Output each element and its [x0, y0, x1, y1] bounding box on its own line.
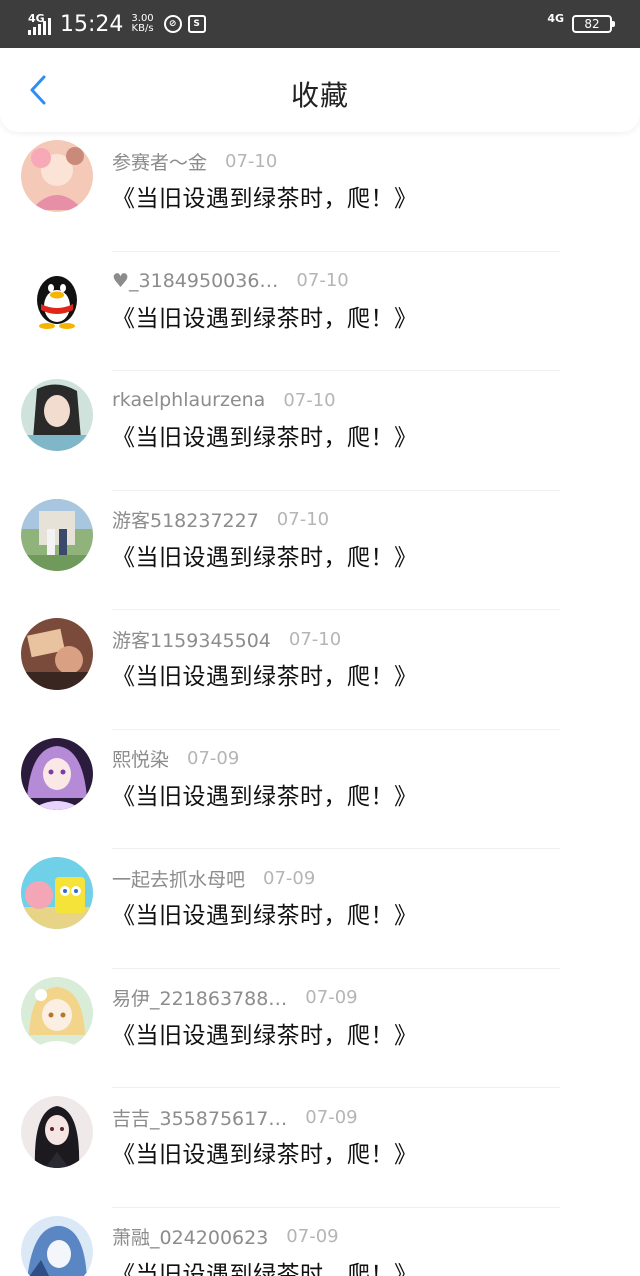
username[interactable]: 吉吉_355875617… — [112, 1104, 287, 1131]
date: 07-10 — [283, 389, 336, 411]
avatar[interactable] — [21, 737, 93, 810]
list-item[interactable]: 游客1159345504 07-10 《当旧设遇到绿茶时，爬！》 — [0, 610, 640, 730]
list-item[interactable]: 一起去抓水母吧 07-09 《当旧设遇到绿茶时，爬！》 — [0, 849, 640, 969]
avatar[interactable] — [21, 976, 93, 1049]
date: 07-09 — [286, 1226, 339, 1247]
item-title[interactable]: 《当旧设遇到绿茶时，爬！》 — [112, 1135, 418, 1169]
username[interactable]: 一起去抓水母吧 — [112, 865, 245, 892]
item-title[interactable]: 《当旧设遇到绿茶时，爬！》 — [112, 179, 418, 213]
status-bar-right: 4G 82 — [547, 0, 615, 48]
avatar[interactable] — [21, 379, 93, 451]
date: 07-09 — [263, 867, 316, 889]
item-title[interactable]: 《当旧设遇到绿茶时，爬！》 — [112, 1016, 418, 1050]
date: 07-10 — [225, 150, 278, 172]
item-title[interactable]: 《当旧设遇到绿茶时，爬！》 — [112, 538, 418, 572]
battery-icon: 82 — [572, 15, 615, 33]
hd-icon: ⊘ — [163, 15, 182, 33]
item-meta: 易伊_221863788… 07-09 — [112, 986, 358, 1010]
anime-dark-hair-avatar — [21, 1096, 93, 1168]
date: 07-10 — [288, 628, 342, 650]
date: 07-10 — [276, 509, 330, 530]
avatar[interactable] — [21, 140, 93, 212]
list-item[interactable]: 游客518237227 07-10 《当旧设遇到绿茶时，爬！》 — [0, 491, 640, 610]
item-meta: ♥_3184950036… 07-10 — [112, 269, 349, 293]
spongebob-avatar — [21, 857, 93, 929]
item-meta: 参赛者～金 07-10 — [112, 148, 278, 175]
page-title: 收藏 — [290, 79, 349, 112]
list-item[interactable]: 易伊_221863788… 07-09 《当旧设遇到绿茶时，爬！》 — [0, 969, 640, 1088]
navigation-header: 收藏 — [0, 48, 640, 132]
speed-unit: KB/s — [131, 23, 154, 34]
signal-icon: 4G — [28, 12, 54, 36]
date: 07-09 — [187, 748, 240, 769]
photo-girl-avatar — [21, 379, 93, 451]
battery-level: 82 — [584, 17, 600, 31]
list-item[interactable]: rkaelphlaurzena 07-10 《当旧设遇到绿茶时，爬！》 — [0, 371, 640, 491]
birthday-photo-avatar — [21, 618, 93, 690]
notification-icon: S — [187, 15, 206, 33]
date: 07-09 — [305, 987, 358, 1008]
avatar[interactable] — [21, 618, 93, 690]
item-title[interactable]: 《当旧设遇到绿茶时，爬！》 — [112, 657, 418, 691]
network-type-right: 4G — [547, 11, 564, 25]
username[interactable]: rkaelphlaurzena — [112, 389, 265, 411]
list-item[interactable]: ♥_3184950036… 07-10 《当旧设遇到绿茶时，爬！》 — [0, 252, 640, 371]
list-item[interactable]: 参赛者～金 07-10 《当旧设遇到绿茶时，爬！》 — [0, 132, 640, 252]
avatar[interactable] — [21, 498, 93, 571]
avatar[interactable] — [21, 259, 93, 332]
list-item[interactable]: 吉吉_355875617… 07-09 《当旧设遇到绿茶时，爬！》 — [0, 1088, 640, 1208]
avatar[interactable] — [21, 1215, 93, 1276]
item-title[interactable]: 《当旧设遇到绿茶时，爬！》 — [112, 1255, 418, 1276]
item-title[interactable]: 《当旧设遇到绿茶时，爬！》 — [112, 299, 418, 333]
item-title[interactable]: 《当旧设遇到绿茶时，爬！》 — [112, 896, 418, 930]
anime-girl-pink-avatar — [21, 140, 93, 212]
item-title[interactable]: 《当旧设遇到绿茶时，爬！》 — [112, 777, 418, 811]
username[interactable]: 游客518237227 — [112, 506, 259, 533]
date: 07-10 — [296, 270, 349, 291]
outdoor-couple-avatar — [21, 498, 93, 571]
list-item[interactable]: 熙悦染 07-09 《当旧设遇到绿茶时，爬！》 — [0, 730, 640, 849]
network-speed: 3.00 KB/s — [131, 14, 153, 34]
item-meta: rkaelphlaurzena 07-10 — [112, 388, 336, 412]
username[interactable]: ♥_3184950036… — [112, 270, 278, 292]
qq-penguin-avatar — [21, 259, 93, 332]
item-meta: 萧融_024200623 07-09 — [112, 1225, 339, 1249]
item-title[interactable]: 《当旧设遇到绿茶时，爬！》 — [112, 418, 418, 452]
username[interactable]: 易伊_221863788… — [112, 984, 287, 1011]
date: 07-09 — [305, 1106, 358, 1128]
item-meta: 吉吉_355875617… 07-09 — [112, 1104, 358, 1131]
avatar[interactable] — [21, 857, 93, 929]
username[interactable]: 游客1159345504 — [112, 626, 271, 653]
item-meta: 游客1159345504 07-10 — [112, 626, 342, 653]
list-item[interactable]: 萧融_024200623 07-09 《当旧设遇到绿茶时，爬！》 — [0, 1208, 640, 1276]
status-time: 15:24 — [60, 11, 124, 37]
avatar[interactable] — [21, 1096, 93, 1168]
item-meta: 熙悦染 07-09 — [112, 747, 239, 771]
username[interactable]: 参赛者～金 — [112, 148, 207, 175]
favorites-list: 参赛者～金 07-10 《当旧设遇到绿茶时，爬！》 ♥_3184950036… … — [0, 132, 640, 1276]
anime-blue-avatar — [21, 1215, 93, 1276]
status-bar-left: 4G 15:24 3.00 KB/s ⊘ S — [28, 0, 212, 48]
status-bar: 4G 15:24 3.00 KB/s ⊘ S 4G 82 — [0, 0, 640, 48]
username[interactable]: 萧融_024200623 — [112, 1223, 268, 1250]
username[interactable]: 熙悦染 — [112, 745, 169, 772]
anime-blonde-avatar — [21, 976, 93, 1049]
anime-purple-avatar — [21, 737, 93, 810]
item-meta: 一起去抓水母吧 07-09 — [112, 865, 316, 892]
item-meta: 游客518237227 07-10 — [112, 508, 329, 532]
